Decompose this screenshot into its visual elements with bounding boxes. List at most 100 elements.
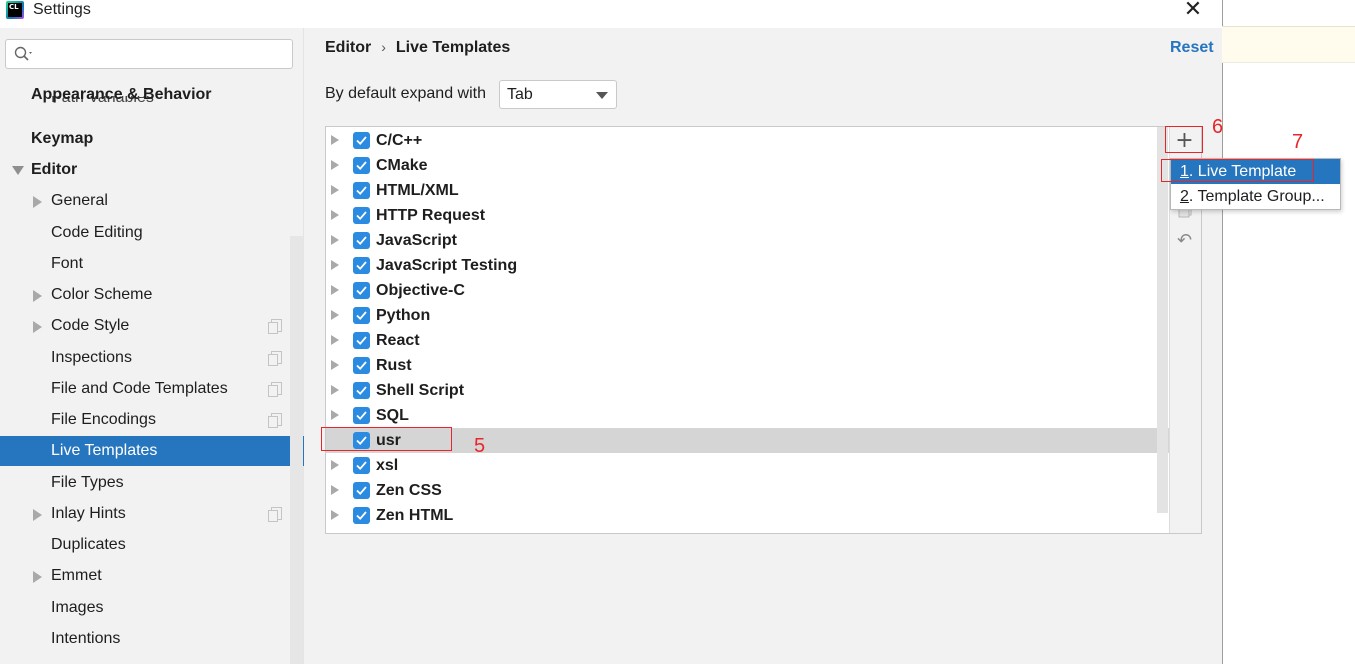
undo-icon[interactable]: ↶ [1177,232,1197,250]
menu-item-template-group[interactable]: 2. Template Group... [1171,184,1340,209]
checkbox[interactable] [353,482,370,499]
template-group-label: Objective-C [376,282,465,299]
expand-arrow-icon[interactable] [331,135,339,145]
sidebar-item-inspections[interactable]: Inspections [0,343,290,373]
sidebar-item-label: Keymap [31,130,94,147]
checkmark-icon [356,461,367,471]
collapsed-arrow-icon[interactable] [33,321,42,333]
checkbox[interactable] [353,132,370,149]
checkmark-icon [356,311,367,321]
expand-arrow-icon[interactable] [331,360,339,370]
template-group-python[interactable]: Python [326,303,1169,328]
sidebar-item-color-scheme[interactable]: Color Scheme [0,280,290,310]
checkmark-icon [356,286,367,296]
sidebar-item-images[interactable]: Images [0,593,290,623]
sidebar-item-code-style[interactable]: Code Style [0,311,290,341]
template-group-zen-css[interactable]: Zen CSS [326,478,1169,503]
expand-arrow-icon[interactable] [331,235,339,245]
project-scope-icon [268,319,282,334]
expand-arrow-icon[interactable] [331,460,339,470]
checkbox[interactable] [353,257,370,274]
expand-arrow-icon[interactable] [331,285,339,295]
annotation-box-7 [1161,159,1314,182]
checkmark-icon [356,186,367,196]
sidebar-item-appearance-behavior[interactable]: Appearance & Behavior [0,80,290,110]
checkbox[interactable] [353,457,370,474]
template-group-label: HTTP Request [376,207,486,224]
checkbox[interactable] [353,232,370,249]
expand-arrow-icon[interactable] [331,160,339,170]
expand-arrow-icon[interactable] [331,385,339,395]
sidebar-item-intentions[interactable]: Intentions [0,624,290,654]
search-input[interactable] [40,44,285,64]
expanded-arrow-icon[interactable] [12,166,24,175]
sidebar-item-label: Inspections [51,349,132,366]
checkbox[interactable] [353,307,370,324]
collapsed-arrow-icon[interactable] [33,290,42,302]
checkmark-icon [356,386,367,396]
collapsed-arrow-icon[interactable] [33,571,42,583]
template-group-c-c[interactable]: C/C++ [326,128,1169,153]
annotation-number-6: 6 [1212,116,1224,138]
template-group-javascript-testing[interactable]: JavaScript Testing [326,253,1169,278]
sidebar-item-general[interactable]: General [0,186,290,216]
sidebar-item-duplicates[interactable]: Duplicates [0,530,290,560]
sidebar-item-file-and-code-templates[interactable]: File and Code Templates [0,374,290,404]
close-button[interactable]: ✕ [1180,0,1206,22]
collapsed-arrow-icon[interactable] [33,196,42,208]
expand-arrow-icon[interactable] [331,310,339,320]
sidebar-item-emmet[interactable]: Emmet [0,561,290,591]
template-group-rust[interactable]: Rust [326,353,1169,378]
checkbox[interactable] [353,382,370,399]
sidebar-item-font[interactable]: Font [0,249,290,279]
template-group-usr[interactable]: usr [326,428,1169,453]
checkbox[interactable] [353,182,370,199]
sidebar-scrollbar[interactable] [290,236,303,664]
expand-arrow-icon[interactable] [331,210,339,220]
checkbox[interactable] [353,207,370,224]
reset-link[interactable]: Reset [1170,39,1214,57]
expand-arrow-icon[interactable] [331,510,339,520]
collapsed-arrow-icon[interactable] [33,509,42,521]
template-group-html-xml[interactable]: HTML/XML [326,178,1169,203]
checkbox[interactable] [353,357,370,374]
sidebar-item-label: Images [51,599,104,616]
template-group-shell-script[interactable]: Shell Script [326,378,1169,403]
template-group-cmake[interactable]: CMake [326,153,1169,178]
template-group-javascript[interactable]: JavaScript [326,228,1169,253]
checkbox[interactable] [353,157,370,174]
checkbox[interactable] [353,282,370,299]
checkbox[interactable] [353,407,370,424]
template-group-xsl[interactable]: xsl [326,453,1169,478]
search-box[interactable] [5,39,293,69]
sidebar-item-live-templates[interactable]: Live Templates [0,436,304,466]
template-list-scrollbar[interactable] [1157,127,1168,513]
expand-arrow-icon[interactable] [331,335,339,345]
checkbox[interactable] [353,507,370,524]
sidebar-item-editor[interactable]: Editor [0,155,290,185]
expand-arrow-icon[interactable] [331,410,339,420]
breadcrumb-item-editor[interactable]: Editor [325,39,371,56]
expand-arrow-icon[interactable] [331,485,339,495]
background-window [1222,0,1355,664]
sidebar-item-inlay-hints[interactable]: Inlay Hints [0,499,290,529]
expand-with-select[interactable]: Tab [499,80,617,109]
sidebar-item-label: Appearance & Behavior [31,86,212,103]
template-group-zen-html[interactable]: Zen HTML [326,503,1169,528]
checkmark-icon [356,486,367,496]
annotation-box-6 [1165,126,1203,153]
sidebar-item-keymap[interactable]: Keymap [0,124,290,154]
expand-arrow-icon[interactable] [331,260,339,270]
expand-arrow-icon[interactable] [331,185,339,195]
template-group-sql[interactable]: SQL [326,403,1169,428]
sidebar-item-file-types[interactable]: File Types [0,468,290,498]
template-group-react[interactable]: React [326,328,1169,353]
template-group-http-request[interactable]: HTTP Request [326,203,1169,228]
template-groups-panel: C/C++ CMake HTML/XML HTTP Request JavaScript… [325,126,1202,534]
sidebar-item-file-encodings[interactable]: File Encodings [0,405,290,435]
checkmark-icon [356,361,367,371]
checkbox[interactable] [353,332,370,349]
logo-text: CL [8,3,22,17]
sidebar-item-code-editing[interactable]: Code Editing [0,218,290,248]
template-group-objective-c[interactable]: Objective-C [326,278,1169,303]
